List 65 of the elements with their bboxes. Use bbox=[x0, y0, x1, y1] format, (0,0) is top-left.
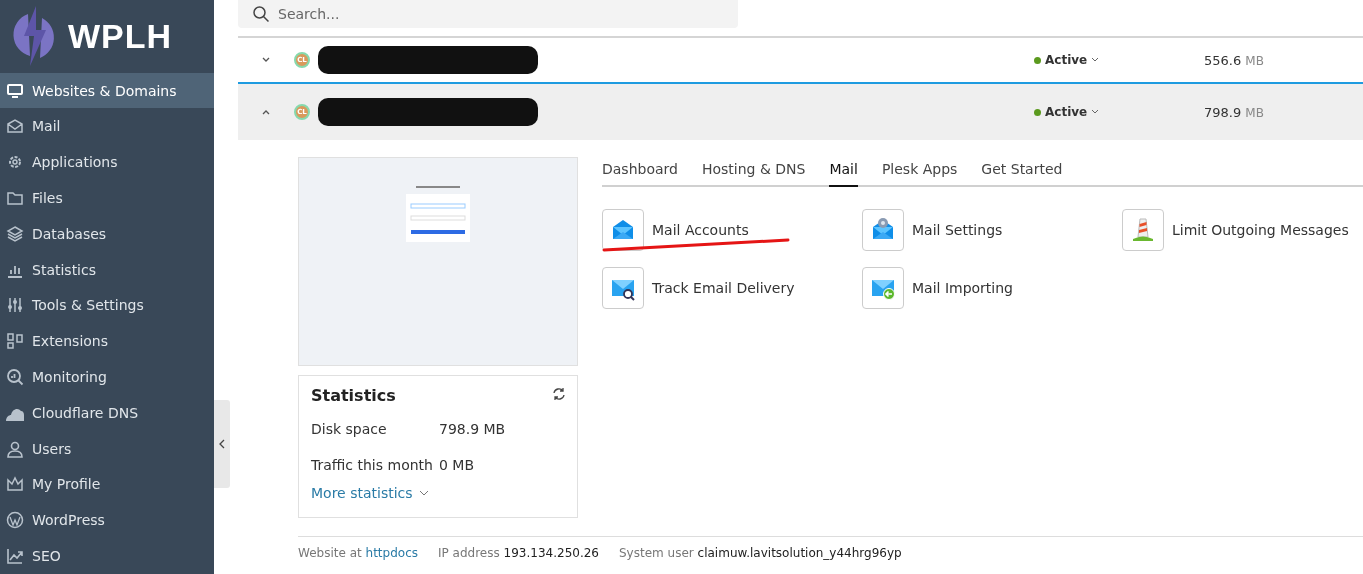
collapse-handle[interactable] bbox=[214, 400, 230, 488]
more-statistics-link[interactable]: More statistics bbox=[311, 485, 429, 501]
sidebar-item[interactable]: Statistics bbox=[0, 251, 214, 288]
tool-link[interactable]: Track Email Delivery bbox=[602, 267, 862, 309]
sidebar-item[interactable]: Users bbox=[0, 430, 214, 467]
envelope-gear-icon bbox=[862, 209, 904, 251]
info-label: System user bbox=[619, 546, 694, 560]
sidebar-item[interactable]: Websites & Domains bbox=[0, 72, 214, 109]
disk-usage: 556.6 MB bbox=[1204, 52, 1265, 68]
sidebar-item[interactable]: Cloudflare DNS bbox=[0, 394, 214, 431]
crown-icon bbox=[6, 475, 24, 494]
stat-value: 0 MB bbox=[439, 457, 476, 473]
refresh-icon[interactable] bbox=[551, 386, 567, 402]
sidebar-item[interactable]: Mail bbox=[0, 108, 214, 145]
sidebar-item[interactable]: Extensions bbox=[0, 323, 214, 360]
info-value: claimuw.lavitsolution_y44hrg96yp bbox=[697, 546, 902, 560]
layers-icon bbox=[6, 224, 24, 243]
tab[interactable]: Hosting & DNS bbox=[701, 157, 806, 185]
status-dropdown[interactable]: Active bbox=[1034, 53, 1204, 67]
caret-icon bbox=[418, 490, 429, 496]
sidebar-item[interactable]: WordPress bbox=[0, 502, 214, 539]
wp-icon bbox=[6, 511, 24, 530]
sidebar-item[interactable]: My Profile bbox=[0, 466, 214, 503]
sidebar-item[interactable]: Files bbox=[0, 180, 214, 216]
logo-text: WPLH bbox=[68, 16, 173, 56]
tab[interactable]: Get Started bbox=[981, 157, 1063, 185]
tab[interactable]: Mail bbox=[829, 157, 858, 187]
envelope-import-icon bbox=[862, 267, 904, 309]
envelope-icon bbox=[602, 209, 644, 251]
info-link[interactable]: httpdocs bbox=[365, 546, 418, 560]
user-icon bbox=[6, 439, 24, 458]
sidebar-item[interactable]: Databases bbox=[0, 215, 214, 252]
sidebar-item[interactable]: SEO bbox=[0, 538, 214, 574]
info-label: IP address bbox=[438, 546, 500, 560]
stat-label: Traffic this month bbox=[311, 457, 434, 473]
search-field[interactable]: Search... bbox=[238, 0, 738, 28]
tab[interactable]: Plesk Apps bbox=[881, 157, 958, 185]
tool-link[interactable]: Limit Outgoing Messages bbox=[1122, 209, 1363, 251]
status-dot bbox=[1034, 56, 1041, 64]
info-value: 193.134.250.26 bbox=[503, 546, 599, 560]
status-dot bbox=[1034, 108, 1041, 116]
envelope-search-icon bbox=[602, 267, 644, 309]
sidebar-item[interactable]: Tools & Settings bbox=[0, 287, 214, 324]
stat-label: Disk space bbox=[311, 421, 388, 437]
tab[interactable]: Dashboard bbox=[602, 157, 678, 185]
mail-icon bbox=[6, 117, 24, 136]
magnifier-icon bbox=[6, 368, 24, 387]
disk-usage: 798.9 MB bbox=[1204, 104, 1265, 120]
sidebar-item[interactable]: Monitoring bbox=[0, 359, 214, 395]
chart-icon bbox=[6, 547, 24, 566]
lighthouse-icon bbox=[1122, 209, 1164, 251]
status-dropdown[interactable]: Active bbox=[1034, 105, 1204, 119]
monitor-icon bbox=[6, 81, 24, 100]
caret-icon bbox=[1091, 57, 1100, 63]
blocks-icon bbox=[6, 332, 24, 351]
chevron-left-icon bbox=[218, 439, 226, 449]
stat-value: 798.9 MB bbox=[439, 421, 507, 437]
info-label: Website at bbox=[298, 546, 362, 560]
tool-link[interactable]: Mail Importing bbox=[862, 267, 1122, 309]
sidebar-item[interactable]: Applications bbox=[0, 144, 214, 181]
card-title: Statistics bbox=[311, 386, 396, 405]
caret-icon bbox=[1091, 109, 1100, 115]
tool-link[interactable]: Mail Settings bbox=[862, 209, 1122, 251]
tool-link[interactable]: Mail Accounts bbox=[602, 209, 862, 251]
sliders-icon bbox=[6, 296, 24, 315]
